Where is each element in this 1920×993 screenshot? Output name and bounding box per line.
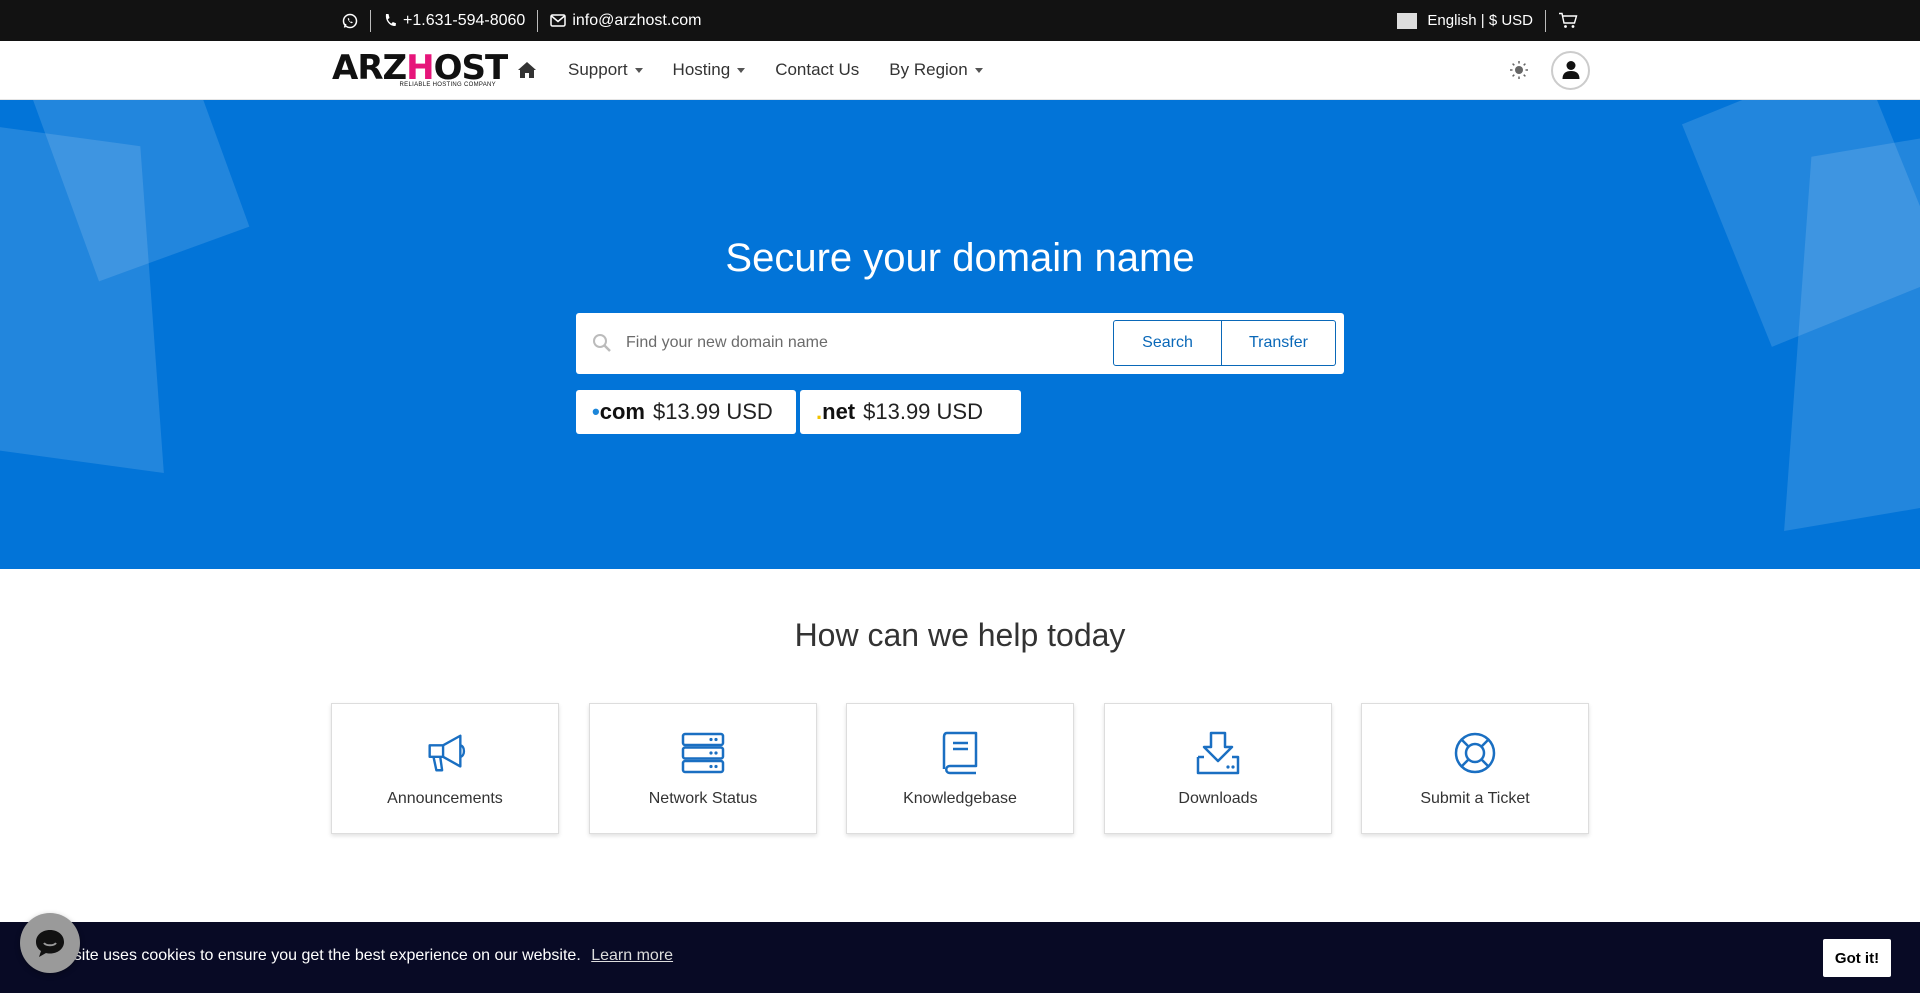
megaphone-icon <box>428 734 466 772</box>
chat-bubble-icon <box>36 930 64 957</box>
book-icon <box>942 731 978 775</box>
nav-by-region[interactable]: By Region <box>889 60 983 80</box>
home-icon <box>518 62 536 78</box>
tld-net-price[interactable]: . net $13.99 USD <box>800 390 1021 434</box>
card-downloads[interactable]: Downloads <box>1104 703 1332 834</box>
flag-icon <box>1397 12 1418 29</box>
whatsapp-icon <box>342 13 358 28</box>
chevron-down-icon <box>737 67 746 73</box>
nav-support-label: Support <box>568 60 628 79</box>
home-link[interactable] <box>516 59 538 81</box>
tld-com-price-label: $13.99 USD <box>652 399 773 424</box>
cookie-accept-button[interactable]: Got it! <box>1823 939 1891 977</box>
download-icon <box>1196 731 1240 775</box>
chevron-down-icon <box>974 67 983 73</box>
chevron-down-icon <box>634 67 643 73</box>
transfer-button[interactable]: Transfer <box>1222 320 1336 366</box>
card-label: Knowledgebase <box>903 790 1017 807</box>
cart-button[interactable] <box>1546 10 1590 32</box>
email-link[interactable]: info@arzhost.com <box>538 10 713 32</box>
lifebuoy-icon <box>1454 732 1496 774</box>
user-account-button[interactable] <box>1551 50 1590 90</box>
search-icon <box>593 334 611 352</box>
language-currency-label: English | $ USD <box>1427 12 1533 29</box>
server-icon <box>681 732 725 774</box>
whatsapp-link[interactable] <box>330 10 370 32</box>
tld-net-price-label: $13.99 USD <box>863 399 983 424</box>
com-logo-icon: • com <box>592 399 645 424</box>
main-nav: ARZHOST RELIABLE HOSTING COMPANY Support… <box>0 41 1920 100</box>
phone-number: +1.631-594-8060 <box>403 11 526 29</box>
phone-link[interactable]: +1.631-594-8060 <box>371 10 537 32</box>
chat-widget-button[interactable] <box>20 913 80 973</box>
card-label: Downloads <box>1178 790 1258 807</box>
envelope-icon <box>550 14 567 27</box>
nav-region-label: By Region <box>889 60 968 79</box>
hero-section: Secure your domain name Search Transfer … <box>0 100 1920 569</box>
hero-title: Secure your domain name <box>725 236 1195 280</box>
logo-tagline: RELIABLE HOSTING COMPANY <box>399 81 496 88</box>
sun-icon <box>1510 61 1528 79</box>
domain-search-input[interactable] <box>626 325 1106 361</box>
domain-search-box: Search Transfer <box>576 313 1344 374</box>
card-label: Submit a Ticket <box>1420 790 1530 807</box>
logo[interactable]: ARZHOST RELIABLE HOSTING COMPANY <box>332 51 508 88</box>
cart-icon <box>1559 12 1578 28</box>
search-button[interactable]: Search <box>1113 320 1222 366</box>
nav-hosting-label: Hosting <box>672 60 731 79</box>
theme-toggle[interactable] <box>1509 60 1529 80</box>
top-bar: +1.631-594-8060 info@arzhost.com English… <box>0 0 1920 41</box>
net-logo-icon: . net <box>816 399 856 424</box>
learn-more-link[interactable]: Learn more <box>591 947 673 964</box>
user-icon <box>1562 61 1579 79</box>
nav-support[interactable]: Support <box>568 60 643 80</box>
tld-com-name: com <box>599 399 645 424</box>
card-network-status[interactable]: Network Status <box>589 703 817 834</box>
card-knowledgebase[interactable]: Knowledgebase <box>846 703 1074 834</box>
nav-hosting[interactable]: Hosting <box>673 60 746 80</box>
language-currency-selector[interactable]: English | $ USD <box>1385 10 1545 32</box>
card-label: Network Status <box>648 790 758 807</box>
phone-icon <box>385 13 396 26</box>
cookie-message: ebsite uses cookies to ensure you get th… <box>56 947 581 964</box>
email-address: info@arzhost.com <box>572 11 702 29</box>
card-label: Announcements <box>387 790 503 807</box>
help-section-title: How can we help today <box>794 617 1126 653</box>
tld-com-price[interactable]: • com $13.99 USD <box>576 390 796 434</box>
nav-contact-label: Contact Us <box>775 60 860 79</box>
tld-net-name: net <box>822 399 856 424</box>
card-announcements[interactable]: Announcements <box>331 703 559 834</box>
card-submit-ticket[interactable]: Submit a Ticket <box>1361 703 1589 834</box>
nav-contact-us[interactable]: Contact Us <box>775 60 859 80</box>
cookie-banner: ebsite uses cookies to ensure you get th… <box>0 922 1920 993</box>
